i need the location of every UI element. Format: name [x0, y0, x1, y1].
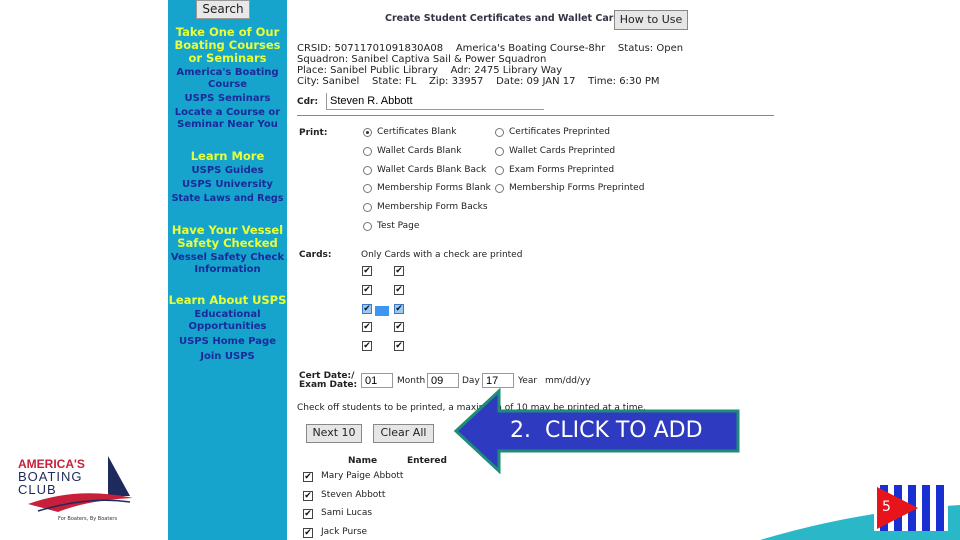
card-checkbox[interactable]: ✔ — [362, 303, 372, 314]
card-checkbox[interactable]: ✔ — [394, 341, 404, 352]
card-checkbox[interactable]: ✔ — [394, 284, 404, 295]
usps-district-flag: 5 — [874, 485, 948, 531]
column-header-name: Name — [348, 456, 378, 466]
radio-button[interactable] — [363, 165, 372, 175]
card-checkbox[interactable]: ✔ — [394, 266, 404, 276]
student-checkbox[interactable]: ✔ — [303, 490, 313, 501]
sidebar-link[interactable]: Educational Opportunities — [168, 309, 287, 333]
sidebar-link[interactable]: USPS Seminars — [168, 93, 287, 105]
card-checkbox[interactable]: ✔ — [394, 303, 404, 314]
cdr-label: Cdr: — [297, 97, 319, 107]
print-label: Print: — [299, 128, 328, 138]
clear-all-button[interactable]: Clear All — [373, 424, 434, 443]
date-format-hint: mm/dd/yy — [545, 376, 591, 386]
cards-note: Only Cards with a check are printed — [361, 250, 523, 260]
divider — [297, 115, 774, 116]
card-checkbox[interactable]: ✔ — [362, 284, 372, 295]
how-to-use-button[interactable]: How to Use — [614, 10, 688, 30]
sidebar: Search Take One of Our Boating Courses o… — [168, 0, 287, 540]
radio-button[interactable] — [495, 128, 504, 137]
month-label: Month — [397, 376, 426, 386]
sidebar-link[interactable]: USPS Home Page — [168, 336, 287, 348]
sidebar-heading: Learn More — [190, 149, 265, 163]
cards-label: Cards: — [299, 250, 332, 260]
next-10-button[interactable]: Next 10 — [306, 424, 362, 443]
sidebar-link[interactable]: USPS University — [168, 179, 287, 191]
student-checkbox[interactable]: ✔ — [303, 509, 313, 520]
course-info: CRSID: 50711701091830A08 America's Boati… — [297, 43, 684, 87]
americas-boating-club-logo: AMERICA'S BOATING CLUB For Boaters, By B… — [18, 456, 138, 526]
card-checkbox[interactable]: ✔ — [362, 266, 372, 276]
radio-button[interactable] — [363, 203, 372, 213]
card-checkbox[interactable]: ✔ — [394, 322, 404, 333]
selection-highlight — [375, 306, 389, 316]
radio-button[interactable] — [363, 222, 372, 231]
sidebar-heading: Have Your Vessel Safety Checked — [171, 223, 284, 250]
radio-button[interactable] — [495, 165, 504, 175]
year-label: Year — [518, 376, 538, 386]
student-checkbox[interactable]: ✔ — [303, 472, 313, 482]
year-input[interactable] — [482, 373, 514, 388]
sidebar-link[interactable]: Join USPS — [168, 351, 287, 363]
radio-button[interactable] — [495, 184, 504, 194]
month-input[interactable] — [361, 373, 393, 388]
sidebar-heading: Take One of Our Boating Courses or Semin… — [174, 25, 281, 65]
column-header-entered: Entered — [407, 456, 447, 466]
radio-button[interactable] — [363, 184, 372, 194]
day-input[interactable] — [427, 373, 459, 388]
page-title: Create Student Certificates and Wallet C… — [385, 13, 626, 24]
sidebar-heading: Learn About USPS — [168, 293, 287, 307]
sidebar-link[interactable]: State Laws and Regs — [168, 193, 287, 205]
day-label: Day — [462, 376, 480, 386]
sidebar-link[interactable]: Locate a Course or Seminar Near You — [168, 107, 287, 131]
sidebar-link[interactable]: America's Boating Course — [168, 67, 287, 91]
radio-button[interactable] — [495, 146, 504, 156]
radio-button[interactable] — [363, 146, 372, 156]
sidebar-link[interactable]: Vessel Safety Check Information — [168, 252, 287, 276]
radio-button[interactable] — [363, 128, 372, 137]
cert-date-label: Cert Date:/Exam Date: — [299, 371, 358, 390]
cdr-input[interactable] — [326, 93, 544, 110]
search-button[interactable]: Search — [196, 0, 250, 19]
card-checkbox[interactable]: ✔ — [362, 322, 372, 333]
callout-text: 2. CLICK TO ADD — [510, 418, 703, 443]
card-checkbox[interactable]: ✔ — [362, 341, 372, 352]
student-checkbox[interactable]: ✔ — [303, 528, 313, 539]
sidebar-link[interactable]: USPS Guides — [168, 165, 287, 177]
